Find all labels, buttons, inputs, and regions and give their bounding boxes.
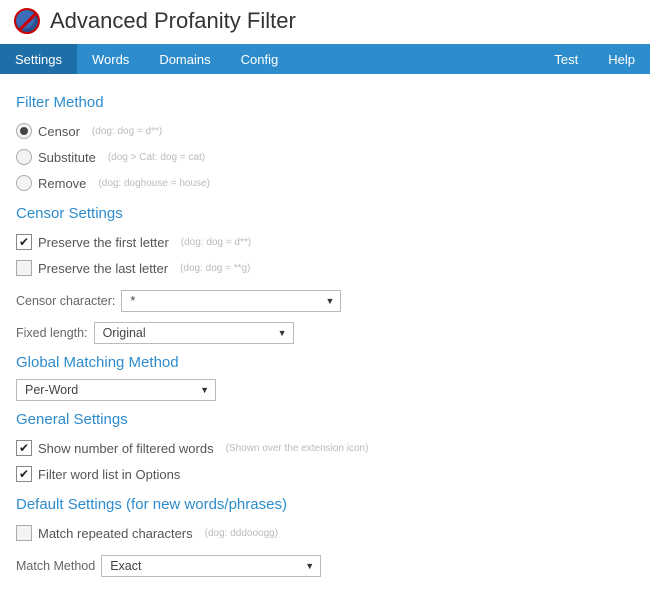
censor-char-select[interactable]: * ▼: [121, 290, 341, 312]
app-logo-icon: [14, 8, 40, 34]
check-filter-list-label: Filter word list in Options: [38, 467, 180, 482]
content: Filter Method Censor (dog: dog = d**) Su…: [0, 74, 650, 605]
radio-row-remove[interactable]: Remove (dog: doghouse = house): [16, 171, 634, 195]
check-filter-list[interactable]: [16, 466, 32, 482]
check-preserve-first[interactable]: [16, 234, 32, 250]
check-preserve-last-hint: (dog: dog = **g): [180, 263, 250, 274]
check-row-preserve-first[interactable]: Preserve the first letter (dog: dog = d*…: [16, 230, 634, 254]
check-row-show-count[interactable]: Show number of filtered words (Shown ove…: [16, 436, 634, 460]
app-title: Advanced Profanity Filter: [50, 8, 296, 34]
tab-words[interactable]: Words: [77, 44, 144, 74]
check-show-count-hint: (Shown over the extension icon): [226, 443, 369, 454]
radio-substitute-label: Substitute: [38, 150, 96, 165]
check-show-count-label: Show number of filtered words: [38, 441, 214, 456]
section-default-settings: Default Settings (for new words/phrases): [16, 496, 634, 513]
radio-row-censor[interactable]: Censor (dog: dog = d**): [16, 119, 634, 143]
radio-row-substitute[interactable]: Substitute (dog > Cat: dog = cat): [16, 145, 634, 169]
censor-char-label: Censor character:: [16, 294, 115, 308]
chevron-down-icon: ▼: [200, 385, 209, 395]
tab-test[interactable]: Test: [539, 44, 593, 74]
tab-bar: Settings Words Domains Config Test Help: [0, 44, 650, 74]
radio-substitute[interactable]: [16, 149, 32, 165]
field-global-matching: Per-Word ▼: [16, 379, 634, 401]
chevron-down-icon: ▼: [278, 328, 287, 338]
tab-settings[interactable]: Settings: [0, 44, 77, 74]
check-row-preserve-last[interactable]: Preserve the last letter (dog: dog = **g…: [16, 256, 634, 280]
section-censor-settings: Censor Settings: [16, 205, 634, 222]
section-general-settings: General Settings: [16, 411, 634, 428]
check-preserve-first-hint: (dog: dog = d**): [181, 237, 251, 248]
check-show-count[interactable]: [16, 440, 32, 456]
censor-char-value: *: [130, 294, 135, 308]
tab-domains[interactable]: Domains: [144, 44, 225, 74]
radio-censor-hint: (dog: dog = d**): [92, 126, 162, 137]
radio-censor[interactable]: [16, 123, 32, 139]
match-method-label: Match Method: [16, 559, 95, 573]
global-matching-select[interactable]: Per-Word ▼: [16, 379, 216, 401]
header: Advanced Profanity Filter: [0, 0, 650, 44]
field-censor-character: Censor character: * ▼: [16, 290, 634, 312]
check-preserve-first-label: Preserve the first letter: [38, 235, 169, 250]
check-preserve-last[interactable]: [16, 260, 32, 276]
radio-remove-label: Remove: [38, 176, 86, 191]
field-match-method: Match Method Exact ▼: [16, 555, 634, 577]
fixed-length-value: Original: [103, 326, 146, 340]
chevron-down-icon: ▼: [305, 561, 314, 571]
radio-censor-label: Censor: [38, 124, 80, 139]
check-row-match-repeated[interactable]: Match repeated characters (dog: dddooogg…: [16, 521, 634, 545]
radio-remove-hint: (dog: doghouse = house): [98, 178, 209, 189]
section-filter-method: Filter Method: [16, 94, 634, 111]
global-matching-value: Per-Word: [25, 383, 78, 397]
tab-help[interactable]: Help: [593, 44, 650, 74]
check-match-repeated-hint: (dog: dddooogg): [205, 528, 278, 539]
check-preserve-last-label: Preserve the last letter: [38, 261, 168, 276]
field-fixed-length: Fixed length: Original ▼: [16, 322, 634, 344]
match-method-select[interactable]: Exact ▼: [101, 555, 321, 577]
match-method-value: Exact: [110, 559, 141, 573]
fixed-length-label: Fixed length:: [16, 326, 88, 340]
tab-config[interactable]: Config: [226, 44, 294, 74]
check-row-filter-list[interactable]: Filter word list in Options: [16, 462, 634, 486]
chevron-down-icon: ▼: [325, 296, 334, 306]
check-match-repeated-label: Match repeated characters: [38, 526, 193, 541]
radio-substitute-hint: (dog > Cat: dog = cat): [108, 152, 205, 163]
radio-remove[interactable]: [16, 175, 32, 191]
check-match-repeated[interactable]: [16, 525, 32, 541]
fixed-length-select[interactable]: Original ▼: [94, 322, 294, 344]
section-global-matching: Global Matching Method: [16, 354, 634, 371]
